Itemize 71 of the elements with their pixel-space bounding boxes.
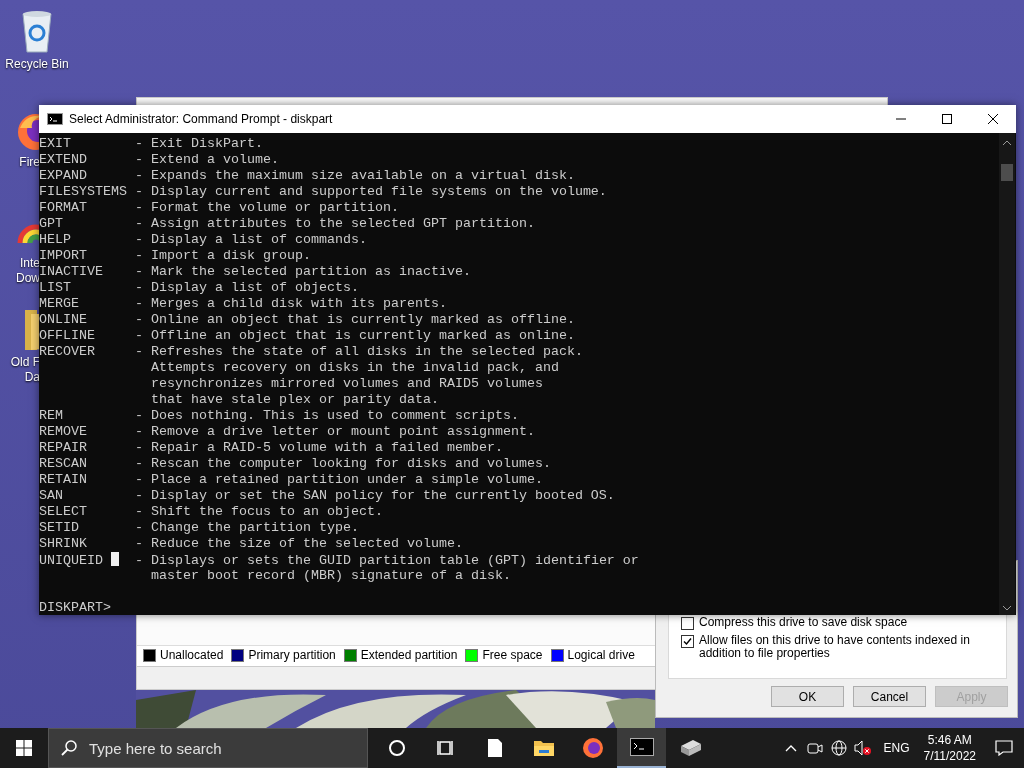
console-line: Attempts recovery on disks in the invalid pack, and (149, 360, 559, 376)
console-line: EXTEND - Extend a volume. (39, 152, 279, 168)
console-line: REM - Does nothing. This is used to comment scripts. (39, 408, 519, 424)
console-line: SETID - Change the partition type. (39, 520, 359, 536)
scroll-down-icon[interactable] (1002, 605, 1012, 611)
console-line: master boot record (MBR) signature of a disk. (149, 568, 511, 584)
windows-logo-icon (16, 740, 32, 756)
taskbar-terminal-button[interactable] (617, 728, 666, 768)
console-line: EXPAND - Expands the maximum size available on a virtual disk. (39, 168, 575, 184)
console-line: REPAIR - Repair a RAID-5 volume with a failed member. (39, 440, 503, 456)
desktop-icon-label[interactable]: Inte Dow (16, 256, 40, 286)
window-title: Select Administrator: Command Prompt - diskpart (69, 112, 334, 126)
folder-icon (532, 739, 555, 757)
drive-icon (678, 738, 703, 758)
console-line: UNIQUEID - Displays or sets the GUID partition table (GPT) identifier or (39, 552, 639, 568)
console-line: SAN - Display or set the SAN policy for the currently booted OS. (39, 488, 615, 504)
console-line: SHRINK - Reduce the size of the selected volume. (39, 536, 463, 552)
console-line: HELP - Display a list of commands. (39, 232, 367, 248)
legend-label: Free space (482, 648, 543, 662)
console-line: FILESYSTEMS - Display current and supported file systems on the volume. (39, 184, 607, 200)
scroll-up-icon[interactable] (1002, 140, 1012, 146)
notification-icon[interactable] (995, 740, 1013, 756)
checkbox[interactable] (681, 635, 694, 648)
folder-icon[interactable] (23, 308, 40, 352)
console-line: SELECT - Shift the focus to an object. (39, 504, 383, 520)
console-line: FORMAT - Format the volume or partition. (39, 200, 399, 216)
console-line: that have stale plex or parity data. (149, 392, 439, 408)
browser-icon (581, 737, 604, 759)
console-line: MERGE - Merges a child disk with its parents. (39, 296, 447, 312)
legend-label: Unallocated (160, 648, 224, 662)
console-line: IMPORT - Import a disk group. (39, 248, 311, 264)
clock-time[interactable]: 5:46 AM (923, 732, 976, 748)
speaker-muted-icon[interactable] (854, 740, 873, 756)
language-indicator[interactable]: ENG (875, 741, 918, 755)
checkbox[interactable] (681, 617, 694, 630)
console-line: GPT - Assign attributes to the selected GPT partition. (39, 216, 535, 232)
dialog-button[interactable]: Cancel (853, 686, 926, 707)
console-line: INACTIVE - Mark the selected partition as inactive. (39, 264, 471, 280)
legend-label: Extended partition (360, 648, 458, 662)
close-icon (988, 114, 998, 124)
scroll-thumb[interactable] (1001, 164, 1013, 181)
console-line: RECOVER - Refreshes the state of all disks in the selected pack. (39, 344, 583, 360)
console-line: ONLINE - Online an object that is currently marked as offline. (39, 312, 575, 328)
scrollbar-track[interactable] (999, 133, 1015, 615)
terminal-icon (629, 738, 654, 756)
task-view-icon (436, 739, 455, 757)
legend-label: Primary partition (248, 648, 336, 662)
search-icon (61, 740, 77, 756)
console-line: OFFLINE - Offline an object that is currently marked as online. (39, 328, 575, 344)
desktop-icon-label[interactable]: Fire (19, 155, 40, 170)
console-line: resynchronizes mirrored volumes and RAID5 volumes (149, 376, 543, 392)
checkbox-label: Allow files on this drive to have contents indexed in addition to file properties (699, 634, 971, 660)
checkbox-label: Compress this drive to save disk space (699, 616, 908, 629)
camera-icon[interactable] (807, 741, 824, 755)
console-line: RETAIN - Place a retained partition under a simple volume. (39, 472, 543, 488)
globe-icon[interactable] (831, 740, 848, 756)
desktop-icon-label[interactable]: Recycle Bin (5, 57, 69, 72)
console-line: LIST - Display a list of objects. (39, 280, 359, 296)
console-line: RESCAN - Rescan the computer looking for disks and volumes. (39, 456, 551, 472)
circle-icon (387, 739, 406, 757)
clock-date[interactable]: 7/11/2022 (923, 748, 976, 764)
search-field[interactable]: Type here to search (48, 728, 368, 768)
dialog-button[interactable]: OK (771, 686, 844, 707)
console-line: EXIT - Exit DiskPart. (39, 136, 263, 152)
legend-label: Logical drive (567, 648, 635, 662)
terminal-icon (47, 113, 63, 125)
chevron-up-icon[interactable] (785, 744, 798, 752)
document-icon (486, 738, 503, 758)
console-line: REMOVE - Remove a drive letter or mount point assignment. (39, 424, 535, 440)
console-prompt: DISKPART> (39, 600, 111, 616)
maximize-icon (942, 114, 952, 124)
